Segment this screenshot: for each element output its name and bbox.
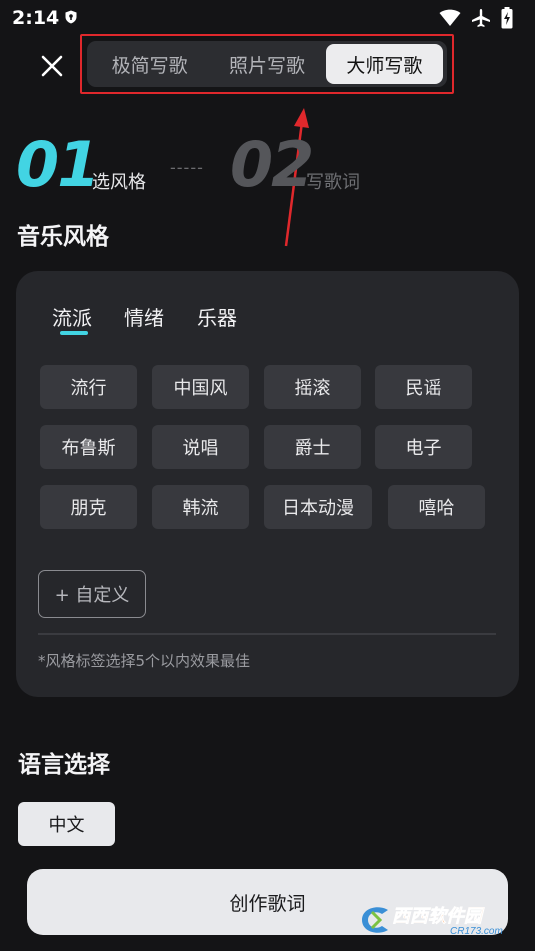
status-icons <box>439 7 513 29</box>
tab-instrument[interactable]: 乐器 <box>197 302 237 331</box>
style-chip[interactable]: 说唱 <box>152 425 249 469</box>
music-style-title: 音乐风格 <box>17 224 109 250</box>
divider <box>38 633 496 635</box>
shield-icon <box>65 10 77 24</box>
step-1-label: 选风格 <box>92 172 146 193</box>
step-2-label: 写歌词 <box>306 172 360 193</box>
style-chip[interactable]: 布鲁斯 <box>40 425 137 469</box>
style-chip[interactable]: 中国风 <box>152 365 249 409</box>
mode-tabs: 极简写歌 照片写歌 大师写歌 <box>87 41 447 87</box>
style-hint: *风格标签选择5个以内效果最佳 <box>38 652 251 670</box>
add-custom-style-button[interactable]: + 自定义 <box>38 570 146 618</box>
close-icon[interactable] <box>38 52 66 80</box>
style-chip[interactable]: 民谣 <box>375 365 472 409</box>
step-2-number: 02 <box>230 128 314 201</box>
language-chip-chinese[interactable]: 中文 <box>18 802 115 846</box>
style-chip[interactable]: 爵士 <box>264 425 361 469</box>
language-title: 语言选择 <box>18 752 110 778</box>
style-chip[interactable]: 嘻哈 <box>388 485 485 529</box>
active-tab-indicator <box>60 331 88 335</box>
watermark-logo: 西西软件园 CR173.com <box>362 906 503 936</box>
style-chip[interactable]: 流行 <box>40 365 137 409</box>
style-chip[interactable]: 朋克 <box>40 485 137 529</box>
svg-text:西西软件园: 西西软件园 <box>392 906 485 926</box>
tab-mood[interactable]: 情绪 <box>124 302 164 331</box>
step-1-number: 01 <box>16 128 100 201</box>
tab-master-songwriting[interactable]: 大师写歌 <box>325 44 443 84</box>
style-chip[interactable]: 摇滚 <box>264 365 361 409</box>
mode-tabs-highlight: 极简写歌 照片写歌 大师写歌 <box>80 34 454 94</box>
tab-genre[interactable]: 流派 <box>52 302 92 331</box>
svg-text:CR173.com: CR173.com <box>450 926 503 936</box>
battery-charging-icon <box>501 7 513 29</box>
airplane-icon <box>472 9 490 27</box>
step-separator: ----- <box>170 158 204 177</box>
style-chip[interactable]: 日本动漫 <box>264 485 372 529</box>
status-time: 2:14 <box>12 7 60 29</box>
tab-photo-songwriting[interactable]: 照片写歌 <box>208 44 325 84</box>
wifi-icon <box>439 9 461 26</box>
style-chip[interactable]: 电子 <box>375 425 472 469</box>
style-chip[interactable]: 韩流 <box>152 485 249 529</box>
tab-simple-songwriting[interactable]: 极简写歌 <box>91 44 208 84</box>
